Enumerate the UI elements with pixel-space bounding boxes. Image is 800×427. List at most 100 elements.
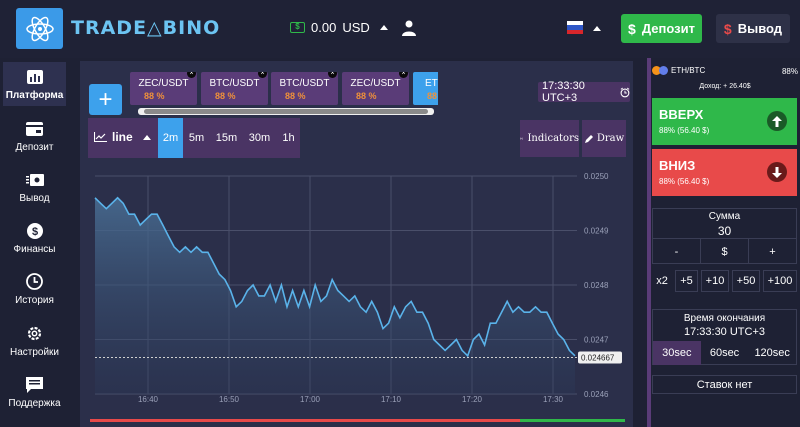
y-tick-label: 0.0249 xyxy=(584,227,609,236)
nav-item-deposit[interactable]: Депозит xyxy=(3,114,66,158)
scrollbar-thumb[interactable] xyxy=(144,109,428,114)
asset-payout: 88% xyxy=(781,67,798,76)
timeframe-1h[interactable]: 1h xyxy=(276,118,301,158)
expiry-value: 17:33:30 UTC+3 xyxy=(683,326,766,338)
y-tick-label: 0.0246 xyxy=(584,390,609,399)
asset-tab-payout: 88 % xyxy=(285,91,306,101)
up-button[interactable]: ВВЕРХ 88% (56.40 $) xyxy=(652,98,797,145)
svg-text:$: $ xyxy=(31,226,37,238)
chart-toolbar: line 2m 5m 15m 30m 1h xyxy=(88,118,300,158)
server-time-value: 17:33:30 UTC+3 xyxy=(542,80,585,104)
amount-input[interactable]: 30 xyxy=(653,224,796,238)
decrease-amount-button[interactable]: - xyxy=(653,239,701,264)
clock-icon xyxy=(26,273,44,291)
tabs-scrollbar[interactable] xyxy=(138,108,434,115)
cash-icon: $ xyxy=(290,22,305,33)
quick-amount-50[interactable]: +50 xyxy=(732,270,760,292)
nav-item-finance[interactable]: $ Финансы xyxy=(3,216,66,260)
nav-item-platform[interactable]: Платформа xyxy=(3,62,66,106)
dollar-icon: $ xyxy=(723,20,732,37)
asset-tab-payout: 88 % xyxy=(356,91,377,101)
nav-item-withdraw[interactable]: Вывод xyxy=(3,165,66,209)
nav-item-settings[interactable]: Настройки xyxy=(3,319,66,363)
deposit-label: Депозит xyxy=(641,21,695,36)
timeframe-5m[interactable]: 5m xyxy=(184,118,209,158)
language-caret-icon[interactable] xyxy=(593,26,601,31)
income-label: Доход: + 26.40$ xyxy=(699,83,751,90)
currency-toggle-button[interactable]: $ xyxy=(701,239,749,264)
asset-tab-name: ETH/BTC xyxy=(425,78,438,89)
caret-up-icon xyxy=(379,25,388,30)
draw-button[interactable]: Draw xyxy=(582,120,626,157)
expiry-options: 30sec 60sec 120sec xyxy=(653,341,796,365)
y-tick-label: 0.0250 xyxy=(584,172,609,181)
chat-icon xyxy=(26,376,44,394)
expiry-option-60sec[interactable]: 60sec xyxy=(701,341,749,365)
card-icon xyxy=(26,120,44,138)
draw-label: Draw xyxy=(596,133,625,144)
selected-asset: ETH/BTC 88% xyxy=(652,66,798,76)
x-tick-label: 16:40 xyxy=(138,395,159,404)
price-area xyxy=(95,197,575,394)
indicators-label: Indicators xyxy=(527,133,579,144)
asset-tab-name: ZEC/USDT xyxy=(350,78,401,89)
balance-selector[interactable]: $ 0.00 USD xyxy=(290,20,388,35)
x-tick-label: 17:20 xyxy=(462,395,483,404)
no-bets-label: Ставок нет xyxy=(652,375,797,394)
nav-label: Настройки xyxy=(9,346,60,358)
current-price-label: 0.024667 xyxy=(581,353,615,362)
price-chart[interactable]: 0.0250 0.0249 0.0248 0.0247 0.0246 16:40 16:5… xyxy=(87,164,632,409)
asset-tab[interactable]: ZEC/USDT 88 % × xyxy=(342,72,409,105)
asset-tab[interactable]: BTC/USDT 88 % × xyxy=(271,72,338,105)
timeframe-2m[interactable]: 2m xyxy=(158,118,183,158)
asset-tab-payout: 88 % xyxy=(144,91,165,101)
chart-type-selector[interactable]: line xyxy=(94,130,151,144)
quick-amount-x2[interactable]: x2 xyxy=(652,270,672,292)
expiry-box: Время окончания 17:33:30 UTC+3 30sec 60s… xyxy=(652,309,797,365)
nav-label: Финансы xyxy=(13,243,56,255)
indicators-button[interactable]: Indicators xyxy=(520,120,579,157)
dollar-icon: $ xyxy=(628,20,636,37)
amount-controls: - $ + xyxy=(653,238,796,264)
balance-amount: 0.00 xyxy=(311,20,337,35)
x-tick-label: 17:10 xyxy=(381,395,402,404)
up-payout: 88% (56.40 $) xyxy=(659,126,710,135)
expiry-option-30sec[interactable]: 30sec xyxy=(653,341,701,365)
quick-amount-10[interactable]: +10 xyxy=(701,270,729,292)
expiry-option-120sec[interactable]: 120sec xyxy=(748,341,796,365)
asset-tab-name: ZEC/USDT xyxy=(138,78,189,89)
asset-tab-name: BTC/USDT xyxy=(209,78,260,89)
russian-flag-icon[interactable] xyxy=(567,21,583,34)
cash-out-icon xyxy=(25,171,44,189)
quick-amount-5[interactable]: +5 xyxy=(675,270,698,292)
logo-text: TRADE△BINO xyxy=(71,17,221,39)
timeframe-15m[interactable]: 15m xyxy=(214,118,239,158)
nav-item-support[interactable]: Поддержка xyxy=(3,370,66,414)
arrow-up-icon xyxy=(767,111,787,131)
arrow-down-icon xyxy=(767,162,787,182)
asset-tab[interactable]: BTC/USDT 88 % × xyxy=(201,72,268,105)
x-tick-label: 16:50 xyxy=(219,395,240,404)
down-button[interactable]: ВНИЗ 88% (56.40 $) xyxy=(652,149,797,196)
asset-tab-active[interactable]: ETH/BTC 88 % xyxy=(413,72,438,105)
timeframe-30m[interactable]: 30m xyxy=(247,118,272,158)
nav-label: Поддержка xyxy=(8,397,61,409)
nav-label: Вывод xyxy=(19,192,50,204)
asset-tab[interactable]: ZEC/USDT 88 % × xyxy=(130,72,197,105)
add-asset-button[interactable]: + xyxy=(89,84,122,115)
nav-item-history[interactable]: История xyxy=(3,267,66,311)
quick-amount-100[interactable]: +100 xyxy=(763,270,797,292)
nav-label: Платформа xyxy=(5,89,64,101)
sentiment-bar xyxy=(90,419,625,422)
y-tick-label: 0.0247 xyxy=(584,336,609,345)
increase-amount-button[interactable]: + xyxy=(749,239,796,264)
withdraw-button[interactable]: $ Вывод xyxy=(716,14,790,43)
nav-label: История xyxy=(15,294,54,306)
user-icon[interactable] xyxy=(402,20,416,36)
deposit-button[interactable]: $ Депозит xyxy=(621,14,702,43)
logo-icon[interactable] xyxy=(16,8,63,49)
y-tick-label: 0.0248 xyxy=(584,281,609,290)
amount-box: Сумма 30 - $ + xyxy=(652,208,797,264)
asset-tab-name: BTC/USDT xyxy=(279,78,330,89)
alarm-clock-icon xyxy=(620,87,630,97)
